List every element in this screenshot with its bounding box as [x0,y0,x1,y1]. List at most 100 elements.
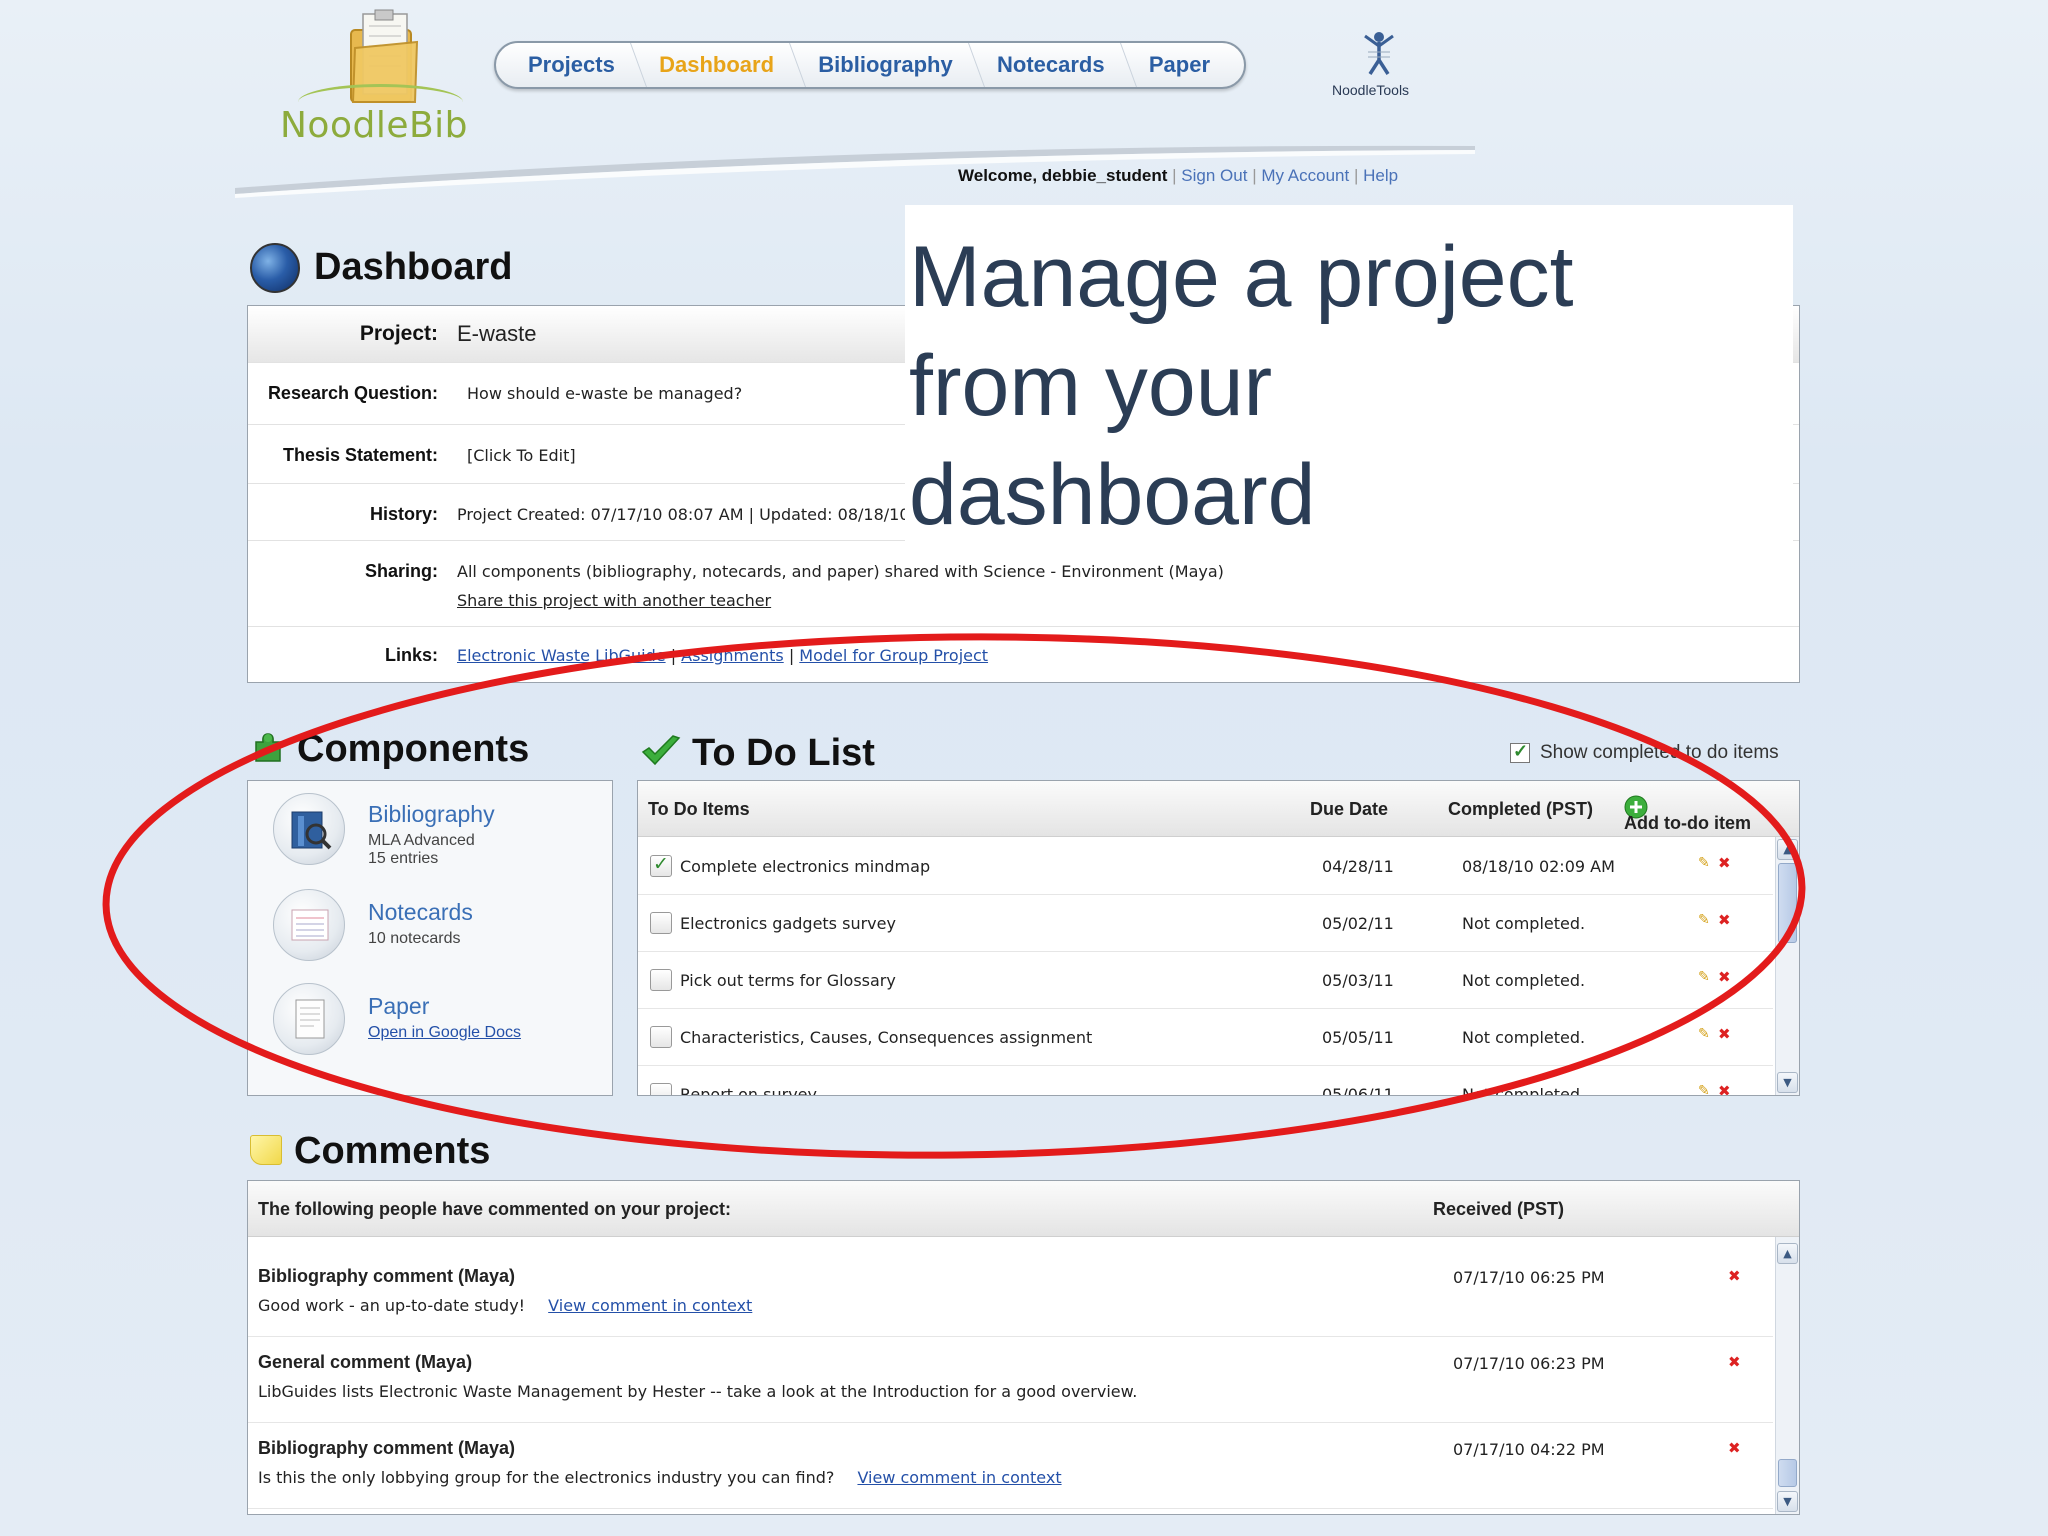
sign-out-link[interactable]: Sign Out [1181,166,1247,185]
user-bar-separator: | [1353,166,1359,185]
comment-body: Good work - an up-to-date study! View co… [258,1296,752,1315]
open-google-docs-link[interactable]: Open in Google Docs [368,1023,521,1043]
share-project-link[interactable]: Share this project with another teacher [457,591,771,610]
libguide-link[interactable]: Electronic Waste LibGuide [457,646,666,665]
tab-bibliography[interactable]: Bibliography [798,43,974,87]
view-comment-link[interactable]: View comment in context [548,1296,752,1315]
model-group-project-link[interactable]: Model for Group Project [799,646,988,665]
sticky-note-icon [250,1135,282,1165]
delete-x-icon[interactable]: ✖ [1718,1025,1731,1043]
comments-header-text: The following people have commented on y… [258,1199,732,1219]
todo-completed: Not completed. [1462,1028,1586,1047]
comment-text: Is this the only lobbying group for the … [258,1468,835,1487]
bibliography-icon[interactable] [273,793,345,865]
page-title: Dashboard [314,246,513,288]
todo-completed: Not completed. [1462,971,1586,990]
paper-link[interactable]: Paper [368,993,429,1020]
show-completed-toggle[interactable]: Show completed to do items [1510,741,1779,764]
scroll-up-icon[interactable]: ▲ [1777,1243,1798,1264]
todo-due: 05/05/11 [1322,1028,1394,1047]
comment-title: General comment (Maya) [258,1352,473,1372]
todo-checkbox[interactable] [650,1083,672,1095]
due-date-header[interactable]: Due Date [1310,799,1388,820]
completed-header[interactable]: Completed (PST) [1448,799,1593,820]
comments-table: The following people have commented on y… [247,1180,1800,1515]
links-list: Electronic Waste LibGuide | Assignments … [457,646,988,665]
scroll-down-icon[interactable]: ▼ [1777,1491,1798,1512]
history-label: History: [369,504,438,524]
todo-checkbox[interactable] [650,1026,672,1048]
todo-row: Electronics gadgets survey 05/02/11 Not … [638,895,1773,952]
comment-title: Bibliography comment (Maya) [258,1266,516,1286]
add-todo-label[interactable]: Add to-do item [1624,813,1751,834]
assignments-link[interactable]: Assignments [681,646,784,665]
edit-pencil-icon[interactable]: ✎ [1698,1026,1710,1042]
delete-x-icon[interactable]: ✖ [1718,1082,1731,1095]
caption-line: from your [909,338,1273,434]
notecards-link[interactable]: Notecards [368,899,473,926]
puzzle-piece-icon [255,733,281,762]
comments-scrollbar[interactable]: ▲ ▼ [1775,1237,1799,1514]
todo-table-header: To Do Items Due Date Completed (PST) Add… [638,781,1799,837]
noodletools-logo-text[interactable]: NoodleTools [1332,82,1409,98]
add-todo-button[interactable]: Add to-do item [1624,795,1751,833]
todo-due: 05/03/11 [1322,971,1394,990]
help-link[interactable]: Help [1363,166,1398,185]
todo-row: Report on survey 05/06/11 Not completed.… [638,1066,1773,1096]
comment-title: Bibliography comment (Maya) [258,1438,516,1458]
noodletools-figure-icon[interactable] [1362,30,1396,76]
delete-x-icon[interactable]: ✖ [1728,1267,1741,1285]
todo-row: Pick out terms for Glossary 05/03/11 Not… [638,952,1773,1009]
comments-title: Comments [294,1130,491,1172]
todo-checkbox[interactable] [650,969,672,991]
delete-x-icon[interactable]: ✖ [1728,1353,1741,1371]
received-header: Received (PST) [1433,1199,1565,1219]
notecard-stack-icon [291,909,329,941]
notecards-icon[interactable] [273,889,345,961]
edit-pencil-icon[interactable]: ✎ [1698,969,1710,985]
tab-projects[interactable]: Projects [508,43,637,87]
tab-paper[interactable]: Paper [1129,43,1232,87]
scroll-down-icon[interactable]: ▼ [1777,1072,1798,1093]
delete-x-icon[interactable]: ✖ [1718,911,1731,929]
show-completed-checkbox[interactable] [1510,741,1530,763]
bibliography-style: MLA Advanced [368,832,475,849]
comment-received: 07/17/10 06:25 PM [1453,1268,1605,1287]
comments-header: The following people have commented on y… [248,1181,1799,1237]
todo-text: Electronics gadgets survey [680,914,896,933]
comment-received: 07/17/10 04:22 PM [1453,1440,1605,1459]
user-bar-separator: | [1252,166,1257,185]
todo-table: To Do Items Due Date Completed (PST) Add… [637,780,1800,1096]
todo-scrollbar[interactable]: ▲ ▼ [1775,837,1799,1095]
delete-x-icon[interactable]: ✖ [1718,968,1731,986]
delete-x-icon[interactable]: ✖ [1728,1439,1741,1457]
todo-items-header: To Do Items [648,799,750,819]
research-question-value[interactable]: How should e-waste be managed? [467,384,742,403]
welcome-text: Welcome, debbie_student [958,166,1168,185]
view-comment-link[interactable]: View comment in context [857,1468,1061,1487]
scroll-thumb[interactable] [1778,1459,1797,1487]
todo-checkbox[interactable] [650,912,672,934]
todo-checkbox[interactable] [650,853,672,877]
scroll-thumb[interactable] [1778,863,1797,943]
edit-pencil-icon[interactable]: ✎ [1698,912,1710,928]
todo-completed: Not completed. [1462,1085,1586,1096]
slide-caption: Manage a project from your dashboard [905,205,1793,545]
tab-dashboard[interactable]: Dashboard [639,43,796,87]
document-icon [295,999,325,1039]
show-completed-label[interactable]: Show completed to do items [1540,742,1779,764]
main-nav: Projects Dashboard Bibliography Notecard… [494,41,1246,89]
delete-x-icon[interactable]: ✖ [1718,854,1731,872]
thesis-edit-field[interactable]: [Click To Edit] [467,446,576,465]
sharing-label: Sharing: [364,561,438,581]
scroll-up-icon[interactable]: ▲ [1777,839,1798,860]
my-account-link[interactable]: My Account [1261,166,1349,185]
project-name: E-waste [457,321,537,346]
tab-notecards[interactable]: Notecards [977,43,1127,87]
research-question-label: Research Question: [267,383,438,403]
paper-icon[interactable] [273,983,345,1055]
edit-pencil-icon[interactable]: ✎ [1698,1083,1710,1095]
bibliography-link[interactable]: Bibliography [368,801,495,828]
edit-pencil-icon[interactable]: ✎ [1698,855,1710,871]
todo-row: Complete electronics mindmap 04/28/11 08… [638,838,1773,895]
